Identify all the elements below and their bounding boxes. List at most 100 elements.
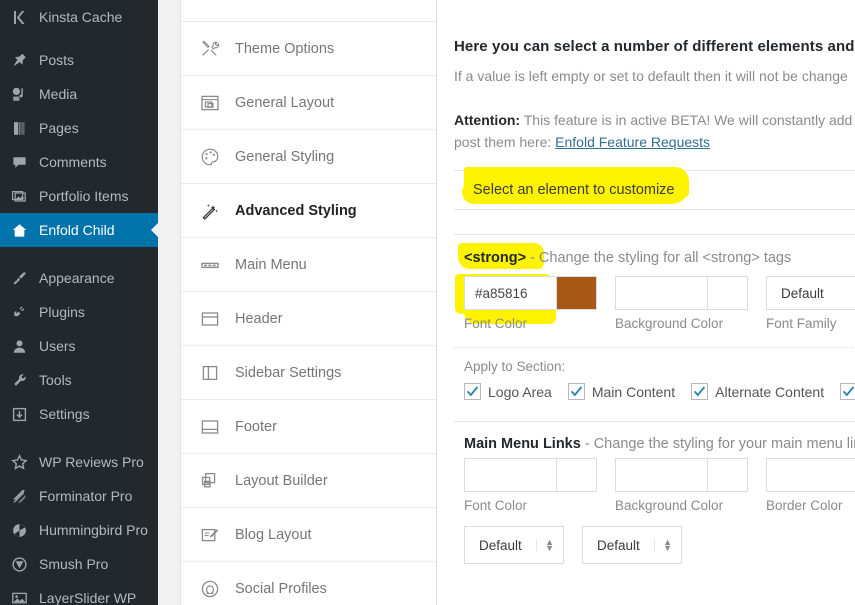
main-content-area: Here you can select a number of differen… — [437, 0, 855, 605]
menu-border-color-field: Border Color — [766, 458, 855, 513]
background-color-swatch[interactable] — [708, 276, 748, 310]
font-color-field: #a85816 Font Color — [455, 274, 597, 331]
menu-font-color-swatch[interactable] — [557, 458, 597, 492]
background-color-input[interactable] — [615, 276, 708, 310]
sidebar-separator — [0, 247, 158, 261]
footer-box-icon — [200, 417, 235, 437]
strong-tag-label: <strong> — [464, 250, 527, 266]
nav-item-advanced-styling[interactable]: Advanced Styling — [181, 184, 436, 238]
spinner-arrows-icon[interactable]: ▲ ▼ — [536, 538, 554, 553]
nav-item-theme-options[interactable]: Theme Options — [181, 22, 436, 76]
checkbox-clipped[interactable] — [840, 383, 855, 400]
sidebar-item-enfold-child[interactable]: Enfold Child — [0, 213, 158, 247]
background-color-field: Background Color — [615, 276, 748, 331]
checkbox-logo-area[interactable]: Logo Area — [464, 383, 552, 400]
sidebar-item-plugins[interactable]: Plugins — [0, 295, 158, 329]
sidebar-item-comments[interactable]: Comments — [0, 145, 158, 179]
sidebar-item-label: WP Reviews Pro — [39, 454, 144, 470]
intro-block: Here you can select a number of differen… — [454, 0, 855, 150]
strong-fields-row: #a85816 Font Color Background Color Defa… — [454, 270, 855, 331]
menu-font-color-input[interactable] — [464, 458, 557, 492]
main-menu-links-header: Main Menu Links - Change the styling for… — [454, 436, 855, 452]
font-color-swatch[interactable] — [557, 276, 597, 310]
spinner-arrows-icon[interactable]: ▲ ▼ — [654, 538, 672, 553]
menu-background-color-swatch[interactable] — [708, 458, 748, 492]
nav-item-sidebar-settings[interactable]: Sidebar Settings — [181, 346, 436, 400]
sidebar-item-label: Settings — [39, 406, 90, 422]
sidebar-item-users[interactable]: Users — [0, 329, 158, 363]
sidebar-columns-icon — [200, 363, 235, 383]
theme-options-nav-panel: Theme Options General Layout General Sty… — [180, 0, 437, 605]
attention-label: Attention: — [454, 112, 521, 128]
menu-select-2[interactable]: Default ▲ ▼ — [582, 526, 682, 564]
sidebar-item-label: Forminator Pro — [39, 488, 133, 504]
apply-to-section-title: Apply to Section: — [464, 359, 566, 374]
sidebar-item-pages[interactable]: Pages — [0, 111, 158, 145]
active-menu-arrow-icon — [151, 222, 158, 238]
nav-item-general-styling[interactable]: General Styling — [181, 130, 436, 184]
nav-item-blog-layout[interactable]: Blog Layout — [181, 508, 436, 562]
sidebar-item-label: Appearance — [39, 270, 115, 286]
font-family-label: Font Family — [766, 316, 837, 331]
nav-item-label: Footer — [235, 418, 277, 435]
sidebar-item-smush-pro[interactable]: Smush Pro — [0, 547, 158, 581]
nav-item-main-menu[interactable]: Main Menu — [181, 238, 436, 292]
sidebar-item-appearance[interactable]: Appearance — [0, 261, 158, 295]
main-menu-links-panel: Main Menu Links - Change the styling for… — [454, 421, 855, 564]
checkbox-label: Main Content — [591, 383, 676, 400]
tools-icon — [200, 39, 235, 59]
sidebar-item-wp-reviews-pro[interactable]: WP Reviews Pro — [0, 445, 158, 479]
nav-item-general-layout[interactable]: General Layout — [181, 76, 436, 130]
nav-item-label: General Layout — [235, 94, 335, 111]
checkbox-main-content[interactable]: Main Content — [567, 383, 676, 400]
pages-icon — [11, 120, 37, 137]
sidebar-item-layerslider-wp[interactable]: LayerSlider WP — [0, 581, 158, 605]
menu-font-color-label: Font Color — [464, 498, 528, 513]
checkmark-icon[interactable] — [840, 383, 855, 400]
nav-item-label: Blog Layout — [235, 526, 312, 543]
sidebar-item-posts[interactable]: Posts — [0, 43, 158, 77]
checkmark-icon[interactable] — [464, 383, 481, 400]
menu-select-1[interactable]: Default ▲ ▼ — [464, 526, 564, 564]
sidebar-separator — [0, 431, 158, 445]
sidebar-item-portfolio-items[interactable]: Portfolio Items — [0, 179, 158, 213]
sidebar-item-label: Pages — [39, 120, 79, 136]
font-family-input[interactable]: Default — [766, 276, 855, 310]
sidebar-item-settings[interactable]: Settings — [0, 397, 158, 431]
sidebar-item-media[interactable]: Media — [0, 77, 158, 111]
checkmark-icon[interactable] — [567, 383, 585, 400]
sidebar-item-kinsta-cache[interactable]: Kinsta Cache — [0, 0, 158, 34]
sidebar-item-label: Kinsta Cache — [39, 9, 123, 25]
apply-to-section-checkboxes: Logo Area Main Content Alternate Content — [464, 383, 855, 400]
social-omega-icon — [200, 579, 235, 599]
pin-icon — [11, 52, 37, 69]
attention-notice-line2: post them here: Enfold Feature Requests — [454, 134, 855, 150]
element-selector-row[interactable]: Select an element to customize — [454, 167, 855, 210]
menu-background-color-input[interactable] — [615, 458, 708, 492]
checkbox-label: Alternate Content — [715, 383, 825, 400]
checkmark-icon[interactable] — [691, 383, 709, 400]
font-color-input[interactable]: #a85816 — [464, 276, 557, 310]
main-menu-links-fields-row: Font Color Background Color Border Color — [454, 452, 855, 513]
nav-item-footer[interactable]: Footer — [181, 400, 436, 454]
app-screen: Kinsta Cache Posts Media Pages Comments … — [0, 0, 855, 605]
sidebar-item-label: Tools — [39, 372, 72, 388]
nav-item-label: Sidebar Settings — [235, 364, 342, 381]
menu-background-color-label: Background Color — [615, 498, 724, 513]
menu-border-color-input[interactable] — [766, 458, 855, 492]
enfold-feature-requests-link[interactable]: Enfold Feature Requests — [555, 134, 710, 150]
font-color-label: Font Color — [464, 316, 528, 331]
sidebar-item-hummingbird-pro[interactable]: Hummingbird Pro — [0, 513, 158, 547]
nav-item-social-profiles[interactable]: Social Profiles — [181, 562, 436, 605]
nav-item-header[interactable]: Header — [181, 292, 436, 346]
nav-item-layout-builder[interactable]: Layout Builder — [181, 454, 436, 508]
menu-border-color-label: Border Color — [766, 498, 843, 513]
page-heading: Here you can select a number of differen… — [454, 38, 855, 55]
checkbox-alternate-content[interactable]: Alternate Content — [691, 383, 824, 400]
sidebar-item-tools[interactable]: Tools — [0, 363, 158, 397]
sidebar-item-label: Media — [39, 86, 78, 102]
sidebar-item-label: LayerSlider WP — [39, 590, 137, 605]
user-icon — [11, 338, 37, 355]
sidebar-item-label: Comments — [39, 154, 107, 170]
sidebar-item-forminator-pro[interactable]: Forminator Pro — [0, 479, 158, 513]
